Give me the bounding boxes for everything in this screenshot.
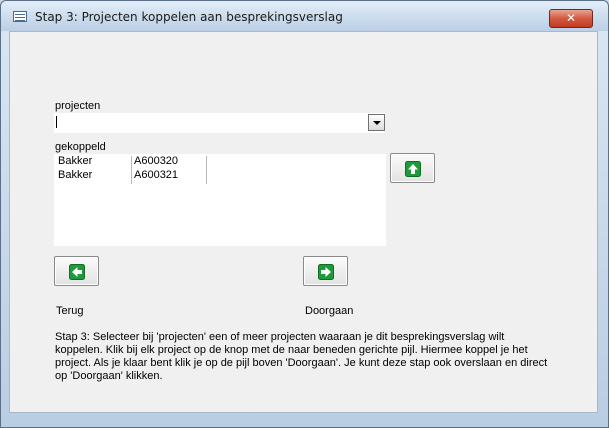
terug-button[interactable]: [54, 256, 99, 286]
list-item-name: Bakker: [58, 169, 93, 181]
text-caret: [56, 116, 57, 128]
list-item[interactable]: Bakker A600321: [54, 169, 206, 183]
projecten-combobox[interactable]: [54, 113, 385, 133]
arrow-up-icon: [405, 161, 421, 177]
column-divider: [131, 156, 132, 184]
koppel-up-button[interactable]: [390, 153, 435, 183]
window-title: Stap 3: Projecten koppelen aan besprekin…: [35, 10, 343, 24]
list-item-name: Bakker: [58, 155, 93, 167]
dropdown-arrow-icon[interactable]: [368, 114, 385, 131]
form-body: projecten gekoppeld Bakker A600320 Bakke…: [9, 31, 598, 413]
form-icon: [13, 11, 27, 22]
help-text: Stap 3: Selecteer bij 'projecten' een of…: [55, 331, 548, 382]
gekoppeld-label: gekoppeld: [55, 141, 106, 153]
terug-label: Terug: [56, 305, 84, 317]
arrow-left-icon: [69, 264, 85, 280]
dialog-window: Stap 3: Projecten koppelen aan besprekin…: [0, 0, 609, 428]
gekoppeld-listbox[interactable]: Bakker A600320 Bakker A600321: [54, 154, 386, 246]
list-item-code: A600321: [134, 169, 179, 181]
column-divider: [206, 156, 207, 184]
close-button[interactable]: ✕: [549, 9, 593, 28]
title-bar[interactable]: Stap 3: Projecten koppelen aan besprekin…: [1, 1, 608, 31]
projecten-label: projecten: [55, 100, 101, 112]
list-item-code: A600320: [134, 155, 179, 167]
arrow-right-icon: [318, 264, 334, 280]
list-item[interactable]: Bakker A600320: [54, 155, 206, 169]
doorgaan-label: Doorgaan: [305, 305, 354, 317]
doorgaan-button[interactable]: [303, 256, 348, 286]
